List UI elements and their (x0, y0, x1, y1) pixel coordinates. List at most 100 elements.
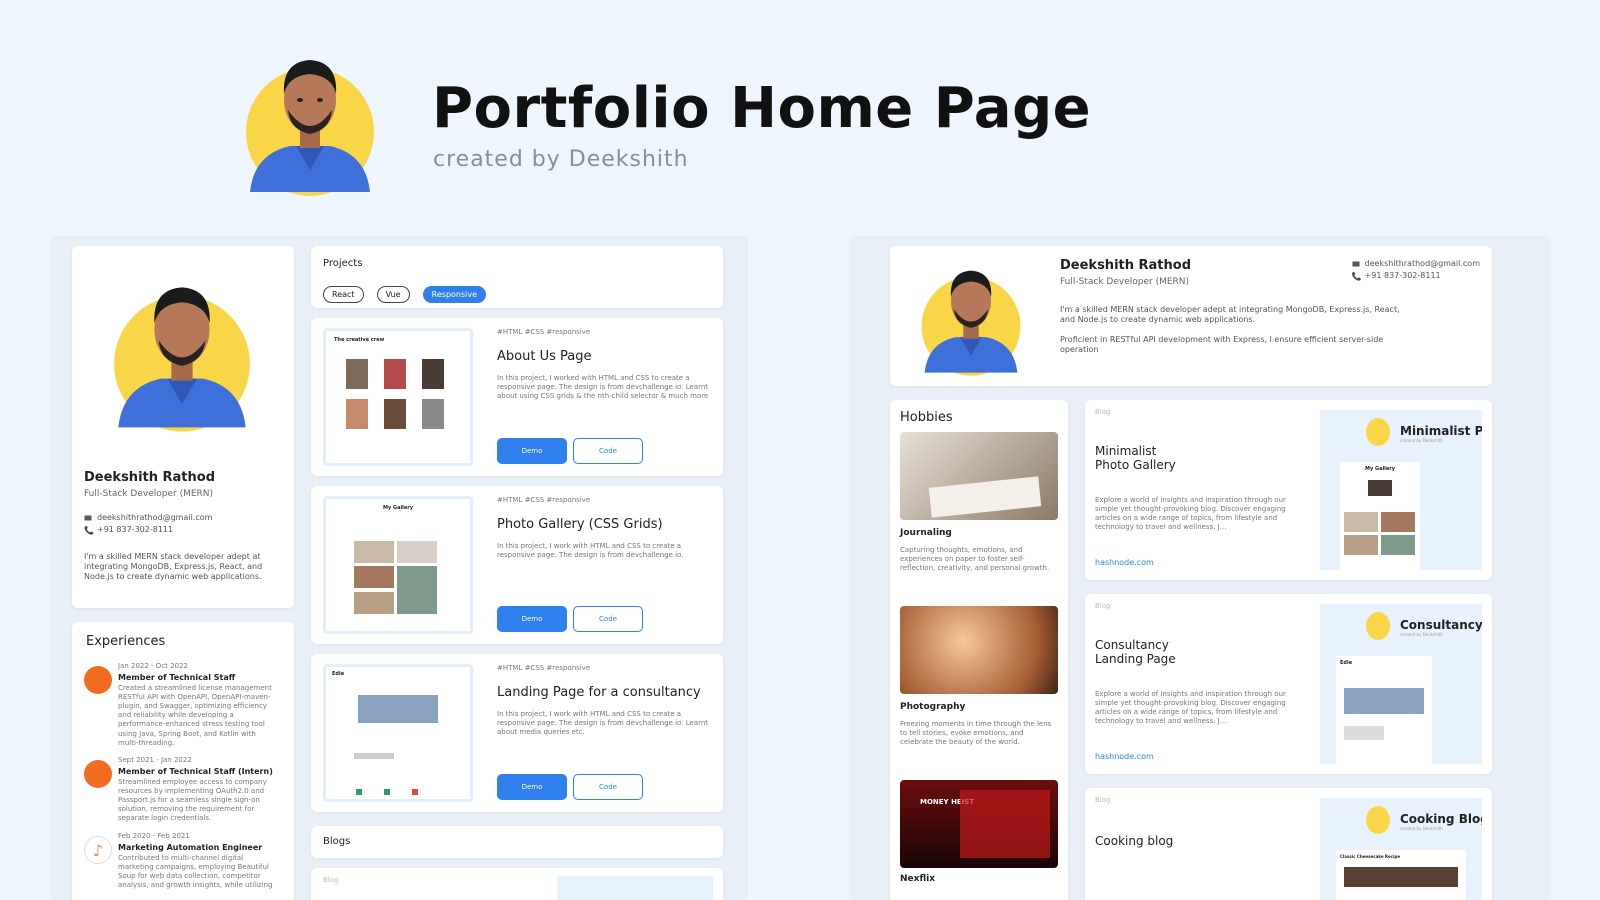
project-card: My Gallery #HTML #CSS #responsive Photo … (311, 486, 723, 644)
code-button[interactable]: Code (573, 606, 643, 632)
experience-desc: Created a streamlined license management… (118, 684, 272, 747)
blog-card[interactable]: Blog Minimalist Photo Gallery Explore a w… (1085, 400, 1492, 580)
blog-desc: Explore a world of insights and inspirat… (1095, 690, 1286, 726)
blog-preview-title: Consultancy (1400, 618, 1482, 632)
phone-icon: 📞 (84, 525, 94, 535)
filter-react[interactable]: React (323, 286, 364, 303)
profile-email-row: deekshithrathod@gmail.com (1352, 259, 1480, 268)
page-subtitle: created by Deekshith (433, 147, 689, 172)
demo-button[interactable]: Demo (497, 438, 567, 464)
profile-bio: I'm a skilled MERN stack developer adept… (1060, 305, 1400, 324)
profile-role: Full-Stack Developer (MERN) (84, 489, 214, 499)
blog-label: Blog (1095, 796, 1111, 804)
experiences-title: Experiences (86, 634, 166, 649)
profile-phone-row: 📞 +91 837-302-8111 (84, 525, 284, 535)
mail-icon (1352, 260, 1360, 268)
profile-bio-2: Proficient in RESTful API development wi… (1060, 335, 1384, 354)
project-thumbnail[interactable]: The creative crew (323, 328, 473, 466)
blog-preview (557, 876, 713, 900)
phone-icon: 📞 (1351, 271, 1362, 281)
hobby-name: Photography (900, 702, 966, 712)
project-desc: In this project, I work with HTML and CS… (497, 710, 709, 737)
blog-preview-title: Cooking Blog (1400, 812, 1482, 826)
header-avatar (244, 42, 376, 198)
blog-preview: Consultancy created by Deekshith Edie (1320, 604, 1482, 764)
profile-phone: +91 837-302-8111 (1364, 271, 1441, 280)
blogs-title: Blogs (323, 836, 351, 847)
hobbies-card: Hobbies Journaling Capturing thoughts, e… (890, 400, 1068, 900)
blog-preview-title: Minimalist Pl (1400, 424, 1482, 438)
project-name: Photo Gallery (CSS Grids) (497, 517, 663, 533)
blog-label: Blog (1095, 602, 1111, 610)
blog-preview: Minimalist Pl created by Deekshith My Ga… (1320, 410, 1482, 570)
project-desc: In this project, I worked with HTML and … (497, 374, 709, 401)
filter-vue[interactable]: Vue (376, 286, 410, 303)
project-name: Landing Page for a consultancy (497, 685, 701, 701)
profile-email[interactable]: deekshithrathod@gmail.com (97, 513, 212, 522)
project-tags: #HTML #CSS #responsive (497, 664, 591, 672)
blog-card[interactable]: Blog Consultancy Landing Page Explore a w… (1085, 594, 1492, 774)
blogs-header-card: Blogs (311, 826, 723, 858)
blog-card[interactable]: Blog Cooking blog Cooking Blog created b… (1085, 788, 1492, 900)
blog-title: Consultancy Landing Page (1095, 638, 1176, 666)
company-logo-icon (84, 666, 112, 694)
profile-name: Deekshith Rathod (84, 470, 216, 485)
blog-title: Cooking blog (1095, 834, 1174, 848)
profile-email[interactable]: deekshithrathod@gmail.com (1365, 259, 1480, 268)
filter-responsive[interactable]: Responsive (422, 286, 487, 303)
experiences-card: Experiences Jan 2022 - Oct 2022 Member o… (72, 622, 294, 900)
thumb-title: Edie (332, 671, 345, 677)
experience-title: Marketing Automation Engineer (118, 843, 263, 853)
blog-title: Minimalist Photo Gallery (1095, 444, 1176, 472)
project-card: Edie #HTML #CSS #responsive Landing Page… (311, 654, 723, 812)
experience-desc: Streamlined employee access to company r… (118, 778, 267, 823)
photography-image (900, 606, 1058, 694)
project-filters: React Vue Responsive (323, 282, 494, 303)
demo-button[interactable]: Demo (497, 606, 567, 632)
left-screenshot-panel: Deekshith Rathod Full-Stack Developer (M… (50, 236, 748, 900)
profile-email-row: deekshithrathod@gmail.com (84, 513, 284, 522)
blog-label: Blog (1095, 408, 1111, 416)
profile-phone-row: 📞 +91 837-302-8111 (1351, 271, 1480, 281)
blog-desc: Explore a world of insights and inspirat… (1095, 496, 1286, 532)
page-title: Portfolio Home Page (432, 76, 1092, 141)
experience-title: Member of Technical Staff (Intern) (118, 767, 273, 777)
project-thumbnail[interactable]: Edie (323, 664, 473, 802)
experience-date: Sept 2021 - Jan 2022 (118, 756, 192, 764)
hobby-name: Nexflix (900, 874, 936, 884)
blog-card[interactable]: Blog (311, 868, 723, 900)
projects-header-card: Projects React Vue Responsive (311, 246, 723, 308)
netflix-image: MONEY HEIST (900, 780, 1058, 868)
thumb-title: My Gallery (383, 505, 413, 511)
right-screenshot-panel: Deekshith Rathod Full-Stack Developer (M… (849, 236, 1551, 900)
blog-label: Blog (323, 876, 339, 884)
hobby-desc: Capturing thoughts, emotions, and experi… (900, 546, 1050, 573)
thumb-title: The creative crew (334, 337, 385, 343)
project-card: The creative crew #HTML #CSS #responsive… (311, 318, 723, 476)
project-tags: #HTML #CSS #responsive (497, 328, 591, 336)
code-button[interactable]: Code (573, 774, 643, 800)
journaling-image (900, 432, 1058, 520)
blog-link[interactable]: hashnode.com (1095, 752, 1154, 761)
company-logo-icon (84, 760, 112, 788)
profile-bio: I'm a skilled MERN stack developer adept… (84, 552, 263, 581)
blog-link[interactable]: hashnode.com (1095, 558, 1154, 567)
profile-avatar (920, 256, 1022, 378)
hobby-name: Journaling (900, 528, 952, 538)
experience-desc: Contributed to multi-channel digital mar… (118, 854, 273, 890)
profile-card: Deekshith Rathod Full-Stack Developer (M… (72, 246, 294, 608)
mail-icon (84, 514, 92, 522)
hobby-desc: Freezing moments in time through the len… (900, 720, 1052, 747)
projects-title: Projects (323, 258, 363, 269)
avatar-illustration (246, 60, 374, 196)
profile-avatar (112, 268, 252, 434)
demo-button[interactable]: Demo (497, 774, 567, 800)
code-button[interactable]: Code (573, 438, 643, 464)
experience-date: Feb 2020 - Feb 2021 (118, 832, 190, 840)
hobbies-title: Hobbies (900, 410, 953, 425)
profile-phone: +91 837-302-8111 (97, 525, 174, 534)
profile-card: Deekshith Rathod Full-Stack Developer (M… (890, 246, 1492, 386)
project-thumbnail[interactable]: My Gallery (323, 496, 473, 634)
experience-date: Jan 2022 - Oct 2022 (118, 662, 188, 670)
blog-preview: Cooking Blog created by Deekshith Classi… (1320, 798, 1482, 900)
